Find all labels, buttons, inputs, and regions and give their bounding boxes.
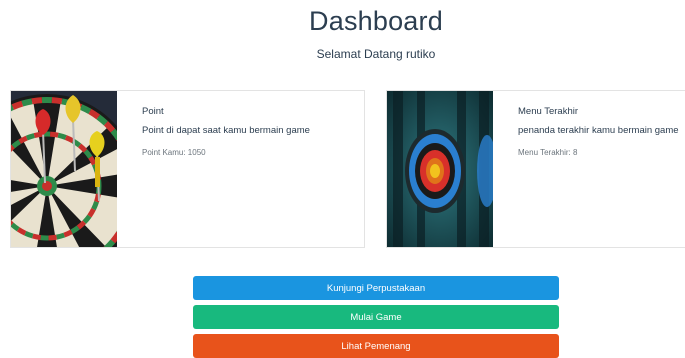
last-menu-value: Menu Terakhir: 8 [518, 148, 578, 157]
view-winners-button[interactable]: Lihat Pemenang [193, 334, 559, 358]
last-menu-card: Menu Terakhir penanda terakhir kamu berm… [386, 90, 685, 248]
card-text: penanda terakhir kamu bermain game [518, 125, 679, 136]
start-game-button[interactable]: Mulai Game [193, 305, 559, 329]
welcome-subtitle: Selamat Datang rutiko [316, 47, 436, 61]
card-title: Point [142, 106, 164, 117]
point-card: Point Point di dapat saat kamu bermain g… [10, 90, 365, 248]
point-value: Point Kamu: 1050 [142, 148, 206, 157]
visit-library-button[interactable]: Kunjungi Perpustakaan [193, 276, 559, 300]
card-text: Point di dapat saat kamu bermain game [142, 125, 310, 136]
archery-target-icon [387, 91, 493, 247]
card-title: Menu Terakhir [518, 106, 579, 117]
darts-board-icon [11, 91, 117, 247]
page-title: Dashboard [309, 6, 443, 36]
